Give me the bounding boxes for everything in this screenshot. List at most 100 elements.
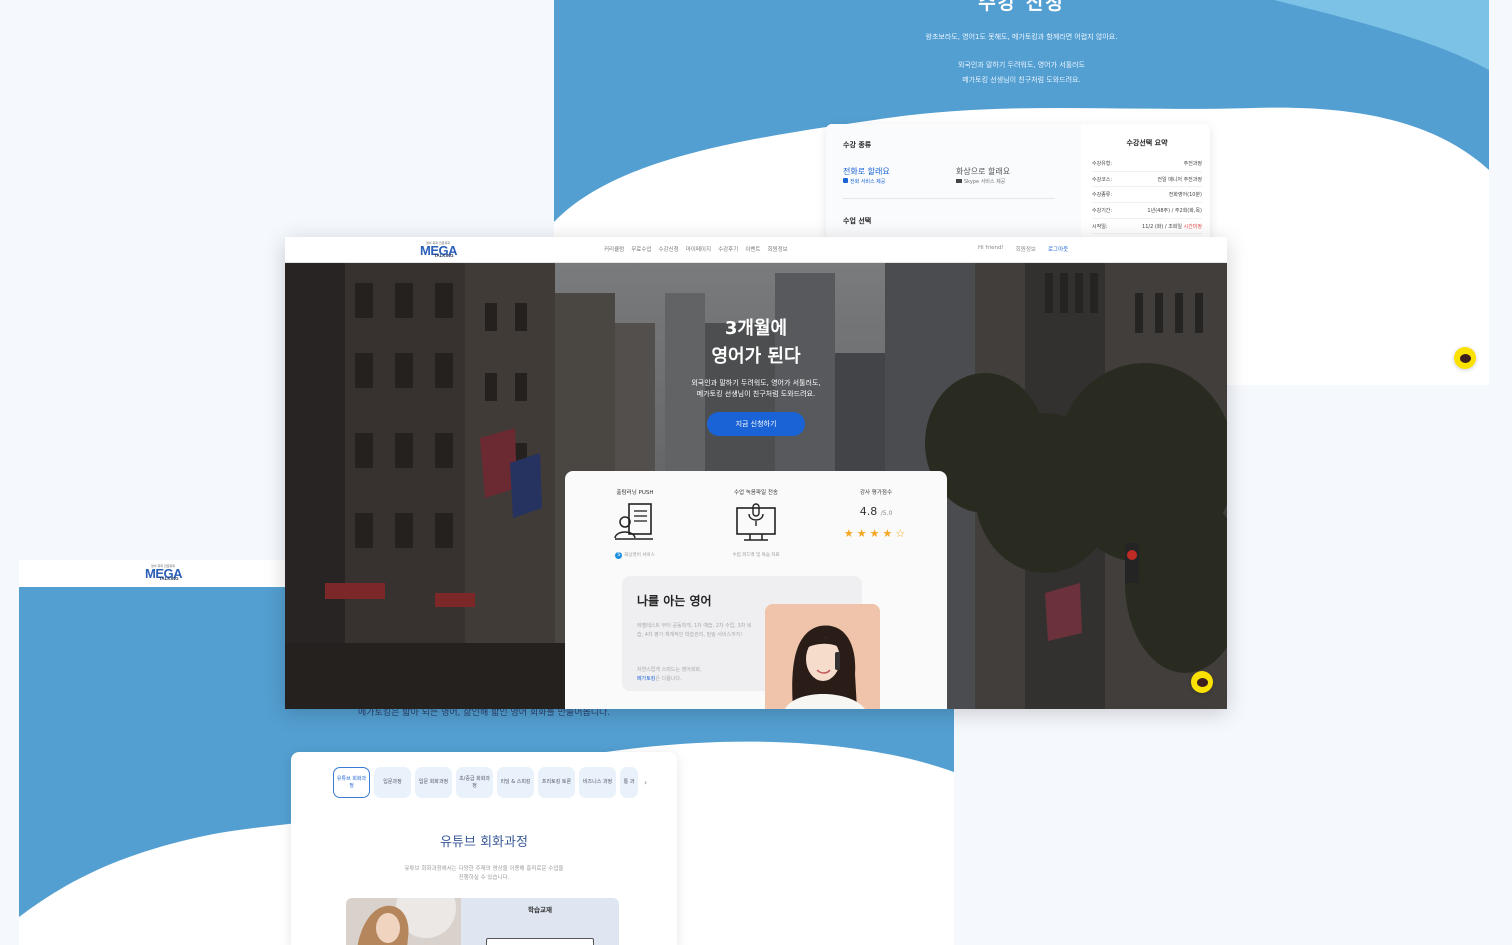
star-icon: ★ [843,527,857,540]
hero-sub-line: 메가토킹 선생님이 친구처럼 도와드려요. [696,390,816,398]
summary-value-text: 전화영어(10분) [1168,192,1202,199]
summary-value-text: 11/2 (화) / 조회일 [1142,223,1184,230]
push-learning-icon [614,503,653,540]
know-title: 나를 아는 영어 [637,594,712,608]
course-description: 유튜브 회화과정에서는 다양한 주제의 영상을 이용해 흥미로운 수업을 진행하… [291,865,677,883]
hero-title-line: 3개월에 [724,318,788,339]
apply-now-button[interactable]: 지금 신청하기 [707,412,805,436]
course-desc-line: 진행하실 수 있습니다. [458,875,510,881]
know-desc-line: 자연스럽게 스며드는 영어회화, [637,667,702,673]
summary-key: 시작일: [1092,223,1108,230]
rating-score: 4.8 /5.0 [821,505,931,518]
nav-events[interactable]: 이벤트 [745,245,760,253]
nav-free-class[interactable]: 무료수업 [631,245,651,253]
feature-title: 강사 평가점수 [859,490,893,496]
registration-subtitle: 왕초보라도, 영어1도 못해도, 메가토킹과 함께라면 어렵지 않아요. [925,33,1118,41]
option-video[interactable]: 화상으로 할래요 [956,166,1010,177]
tab-reading-speaking[interactable]: 리딩 & 스피킹 [497,767,534,798]
summary-value-text: 전일 매니저 주전과정 [1157,176,1202,183]
hero-subtitle: 외국인과 말하기 두려워도, 영어가 서툴러도, 메가토킹 선생님이 친구처럼 … [285,378,1227,400]
member-info-link[interactable]: 회원정보 [1016,245,1036,253]
course-card: 유튜브 회화과정 입문과정 입문 회화과정 초/중급 회화과정 리딩 & 스피킹… [291,752,677,945]
option-phone-sub-label: 전화 서비스 제공 [850,179,886,185]
logo[interactable]: 영어 회화 전문회화 MEGA TALKING [145,564,185,582]
summary-row: 수강기간: 1년(48주) / 주2회(화,목) [1092,203,1202,219]
nav-member-info[interactable]: 회원정보 [768,245,788,253]
star-icon: ★ [856,527,870,540]
summary-key: 수강유형: [1092,160,1113,167]
type-label: 수강 종류 [843,141,872,149]
kakao-chat-icon[interactable] [1454,347,1476,369]
option-phone[interactable]: 전화로 할래요 [843,166,890,177]
logout-link[interactable]: 로그아웃 [1048,245,1068,253]
feature-recording: 수업 녹음파일 전송 수업 피드백 및 복습 자료 [701,488,811,558]
summary-value: 전화영어(10분) [1169,191,1202,198]
tab-intro-conversation[interactable]: 입문 회화과정 [415,767,452,798]
recording-monitor-icon [736,503,776,541]
hero-sub-line: 외국인과 말하기 두려워도, 영어가 서툴러도, [691,379,821,387]
tab-more-course[interactable]: 통 과 [620,767,638,798]
nav-registration[interactable]: 수강신청 [659,245,679,253]
feature-push: 출탐러닝 PUSH S 화상영어 서비스 [580,488,690,559]
nav-reviews[interactable]: 수강후기 [718,245,738,253]
hero-section: 3개월에 영어가 된다 외국인과 말하기 두려워도, 영어가 서툴러도, 메가토… [285,263,1227,709]
logo-talking: TALKING [159,576,179,581]
main-menu: 커리큘럼 무료수업 수강신청 마이페이지 수강후기 이벤트 회원정보 [604,245,788,253]
registration-title: 수강 신청 [978,0,1065,14]
nav-curriculum[interactable]: 커리큘럼 [604,245,624,253]
main-navbar: 영어 회화 전문회화 MEGA TALKING 커리큘럼 무료수업 수강신청 마… [285,237,1227,263]
textbook-preview [486,938,594,945]
summary-key: 수강종류: [1092,192,1113,199]
course-desc-line: 유튜브 회화과정에서는 다양한 주제의 영상을 이용해 흥미로운 수업을 [404,866,564,872]
feature-rating: 강사 평가점수 4.8 /5.0 ★★★★☆ [821,488,931,540]
logo[interactable]: 영어 회화 전문회화 MEGA TALKING [420,241,460,259]
registration-subtitle-2: 외국인과 말하기 두려워도, 영어가 서툴러도 메가토킹 선생님이 친구처럼 도… [554,58,1489,88]
summary-value: 1년(48주) / 주2회(화,목) [1147,207,1202,214]
summary-value-text: 주전과정 [1183,160,1202,167]
divider [843,198,1055,199]
option-phone-sub: 전화 서비스 제공 [843,178,885,185]
kakao-chat-icon[interactable] [1191,671,1213,693]
subtitle-line: 외국인과 말하기 두려워도, 영어가 서툴러도 [957,61,1086,69]
rating-value: 4.8 [859,505,878,518]
nav-mypage[interactable]: 마이페이지 [686,245,711,253]
feature-sub-label: 화상영어 서비스 [624,553,655,558]
hero-title-line: 영어가 된다 [711,346,801,367]
summary-row: 수강종류: 전화영어(10분) [1092,187,1202,204]
chevron-right-icon[interactable]: › [642,767,647,798]
chat-bubble-icon [1459,353,1471,363]
tab-free-talking[interactable]: 프리토킹 토론 [538,767,575,798]
course-photo [346,898,461,945]
skype-icon: S [615,552,623,559]
feature-title: 수업 녹음파일 전송 [734,490,778,496]
tab-intro[interactable]: 입문과정 [374,767,411,798]
summary-value: 11/2 (화) / 조회일 시간미정 [1142,223,1202,230]
rating-of: /5.0 [880,510,893,517]
summary-value-highlight: 시간미정 [1183,223,1202,230]
chat-bubble-icon [1196,677,1208,687]
summary-panel: 수강선택 요약 수강유형: 주전과정 수강코스: 전일 매니저 주전과정 수강종류:… [1092,138,1202,235]
textbook-panel: 학습교재 [461,898,619,945]
phone-icon [843,178,848,183]
option-video-sub-label: Skype 서비스 제공 [964,179,1006,185]
woman-photo [765,604,880,709]
star-icon: ★ [869,527,883,540]
summary-value-text: 1년(48주) / 주2회(화,목) [1147,207,1202,214]
star-icon: ★ [882,527,896,540]
rating-stars: ★★★★☆ [821,527,931,540]
summary-row: 시작일: 11/2 (화) / 조회일 시간미정 [1092,219,1202,235]
logo-talking: TALKING [434,253,454,258]
know-brand: 메가토킹 [637,676,656,682]
tab-youtube[interactable]: 유튜브 회화과정 [333,767,370,798]
know-description-2: 자연스럽게 스며드는 영어회화, 메가토킹은 다릅니다. [637,666,757,684]
greeting: Hi friend! [978,245,1004,251]
tab-beginner-intermediate[interactable]: 초/중급 회화과정 [456,767,493,798]
tab-business[interactable]: 비즈니스 과정 [579,767,616,798]
textbook-label: 학습교재 [528,906,552,914]
summary-value: 전일 매니저 주전과정 [1157,176,1202,183]
summary-row: 수강유형: 주전과정 [1092,156,1202,172]
woman-photo-image [346,898,461,945]
summary-value: 주전과정 [1184,160,1202,167]
know-description: 레벨테스트 부터 공동학개, 1차 예습, 2차 수업, 3차 복습, 4차 평… [637,623,752,638]
video-camera-icon [956,179,962,183]
